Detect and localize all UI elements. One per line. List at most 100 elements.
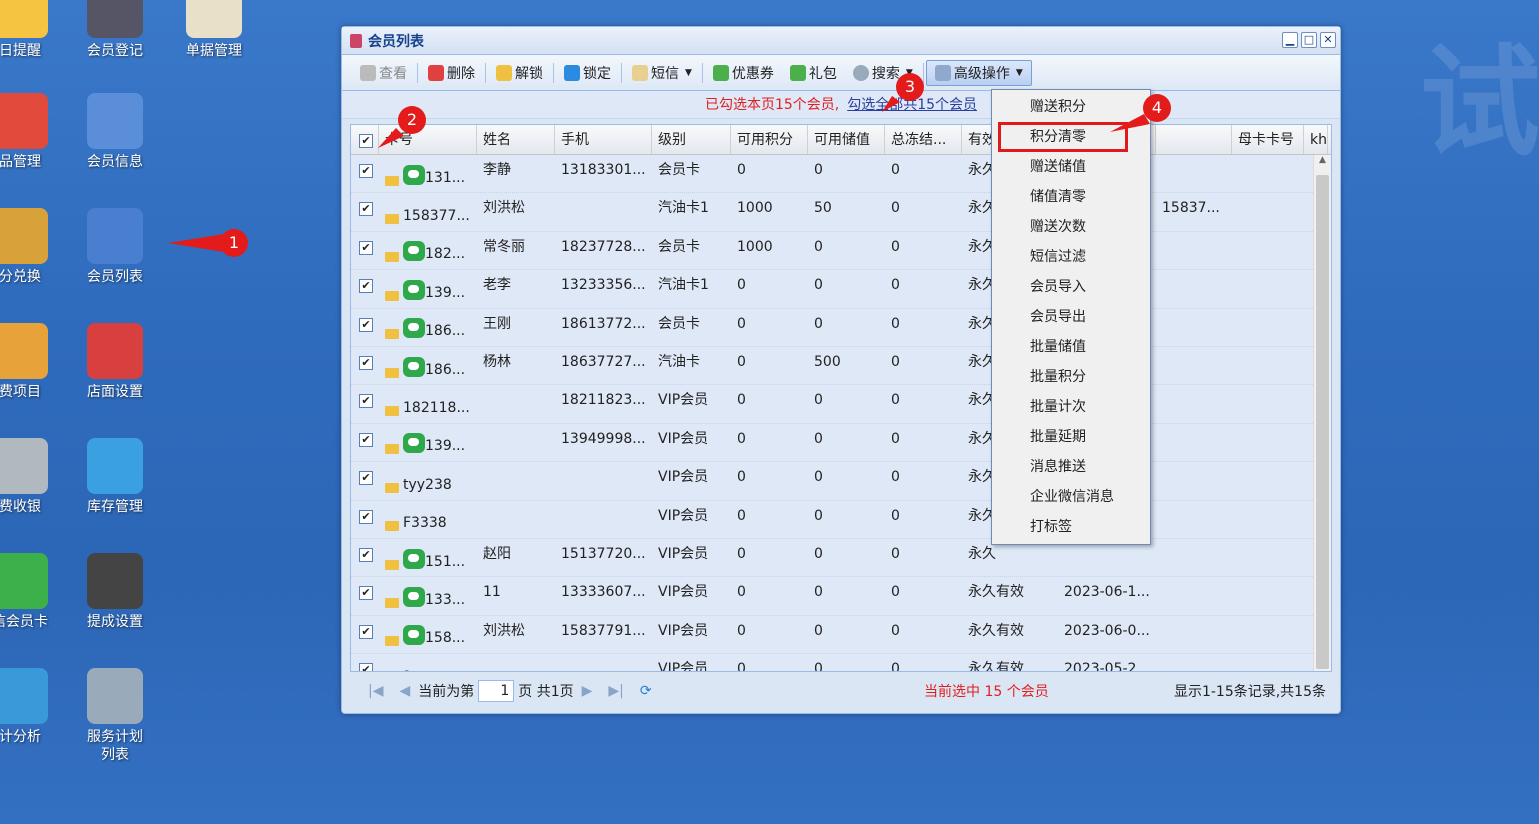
column-header[interactable]: 总冻结...	[885, 125, 962, 154]
menu-item[interactable]: 赠送储值	[992, 152, 1150, 182]
row-checkbox-cell[interactable]: ✔	[351, 155, 379, 192]
desktop-shortcut-right-3[interactable]: 店面设置	[65, 323, 165, 401]
row-checkbox-cell[interactable]: ✔	[351, 270, 379, 307]
row-checkbox[interactable]: ✔	[359, 164, 373, 178]
scrollbar-thumb[interactable]	[1316, 175, 1329, 669]
desktop-shortcut-left-4[interactable]: 费收银	[0, 438, 70, 516]
desktop-shortcut-left-3[interactable]: 费项目	[0, 323, 70, 401]
desktop-shortcut-right-2[interactable]: 会员列表	[65, 208, 165, 286]
column-header[interactable]: 级别	[652, 125, 731, 154]
table-row[interactable]: ✔ tyy238 VIP会员 0 0 0 永久	[351, 462, 1331, 501]
menu-item[interactable]: 批量延期	[992, 422, 1150, 452]
desktop-shortcut-docs[interactable]: 单据管理	[164, 0, 264, 60]
row-checkbox-cell[interactable]: ✔	[351, 347, 379, 384]
menu-item[interactable]: 批量储值	[992, 332, 1150, 362]
delete-button[interactable]: 删除	[420, 60, 483, 86]
menu-item[interactable]: 短信过滤	[992, 242, 1150, 272]
table-row[interactable]: ✔ 139... 13949998... VIP会员 0 0 0 永久	[351, 423, 1331, 463]
menu-item[interactable]: 打标签	[992, 512, 1150, 542]
row-checkbox-cell[interactable]: ✔	[351, 654, 379, 671]
desktop-shortcut-right-6[interactable]: 服务计划列表	[65, 668, 165, 764]
row-checkbox[interactable]: ✔	[359, 202, 373, 217]
row-checkbox[interactable]: ✔	[359, 355, 373, 370]
table-row[interactable]: ✔ 182118... 18211823... VIP会员 0 0 0 永久	[351, 385, 1331, 424]
row-checkbox-cell[interactable]: ✔	[351, 309, 379, 346]
desktop-shortcut-left-1[interactable]: 品管理	[0, 93, 70, 171]
row-checkbox[interactable]: ✔	[359, 663, 373, 671]
desktop-shortcut-right-5[interactable]: 提成设置	[65, 553, 165, 631]
desktop-shortcut-right-4[interactable]: 库存管理	[65, 438, 165, 516]
select-all-checkbox[interactable]: ✔	[359, 134, 373, 148]
refresh-icon[interactable]: ⟳	[640, 683, 652, 699]
table-row[interactable]: ✔ 2 VIP会员 0 0 0 永久有效 2023-05-2...	[351, 654, 1331, 671]
row-checkbox[interactable]: ✔	[359, 317, 373, 332]
table-row[interactable]: ✔ 158... 刘洪松 15837791... VIP会员 0 0 0 永久有效 2023-06…	[351, 615, 1331, 655]
table-row[interactable]: ✔ 151... 赵阳 15137720... VIP会员 0 0 0 永久	[351, 538, 1331, 578]
table-row[interactable]: ✔ 186... 杨林 18637727... 汽油卡 0 500 0 永久	[351, 346, 1331, 386]
window-titlebar[interactable]: 会员列表 ▁ □ ✕	[342, 27, 1340, 55]
prev-page-icon[interactable]: ◀	[399, 683, 410, 699]
menu-item[interactable]: 企业微信消息	[992, 482, 1150, 512]
desktop-shortcut-right-0[interactable]: 会员登记	[65, 0, 165, 60]
row-checkbox-cell[interactable]: ✔	[351, 193, 379, 230]
table-row[interactable]: ✔ 158377... 刘洪松 汽油卡1 1000 50 0 永久 15837...	[351, 193, 1331, 232]
select-all-checkbox-cell[interactable]: ✔	[351, 125, 379, 154]
desktop-shortcut-right-1[interactable]: 会员信息	[65, 93, 165, 171]
row-checkbox-cell[interactable]: ✔	[351, 501, 379, 538]
desktop-shortcut-left-0[interactable]: 日提醒	[0, 0, 70, 60]
row-checkbox-cell[interactable]: ✔	[351, 577, 379, 614]
menu-item[interactable]: 批量积分	[992, 362, 1150, 392]
row-checkbox[interactable]: ✔	[359, 509, 373, 524]
row-checkbox-cell[interactable]: ✔	[351, 232, 379, 269]
advanced-operations-button[interactable]: 高级操作 ▼	[925, 59, 1032, 86]
desktop-shortcut-left-6[interactable]: 计分析	[0, 668, 70, 746]
column-header[interactable]: kh	[1304, 125, 1328, 154]
table-row[interactable]: ✔ 139... 老李 13233356... 汽油卡1 0 0 0 永久	[351, 270, 1331, 309]
menu-item[interactable]: 会员导入	[992, 272, 1150, 302]
table-row[interactable]: ✔ 131... 李静 13183301... 会员卡 0 0 0 永久	[351, 155, 1331, 194]
coupon-button[interactable]: 优惠券	[705, 60, 782, 86]
page-number-input[interactable]: 1	[478, 680, 515, 702]
sms-button[interactable]: 短信 ▼	[624, 60, 700, 86]
unlock-button[interactable]: 解锁	[488, 60, 551, 86]
row-checkbox[interactable]: ✔	[359, 586, 373, 601]
gift-button[interactable]: 礼包	[782, 60, 845, 86]
minimize-button[interactable]: ▁	[1282, 32, 1298, 48]
next-page-icon[interactable]: ▶	[582, 683, 593, 699]
row-checkbox[interactable]: ✔	[359, 471, 373, 486]
table-row[interactable]: ✔ 186... 王刚 18613772... 会员卡 0 0 0 永久	[351, 308, 1331, 347]
lock-button[interactable]: 锁定	[556, 60, 619, 86]
maximize-button[interactable]: □	[1301, 32, 1317, 48]
row-checkbox-cell[interactable]: ✔	[351, 616, 379, 653]
menu-item[interactable]: 储值清零	[992, 182, 1150, 212]
menu-item[interactable]: 赠送次数	[992, 212, 1150, 242]
column-header[interactable]: 姓名	[477, 125, 555, 154]
vertical-scrollbar[interactable]: ▲	[1313, 155, 1331, 671]
desktop-shortcut-left-2[interactable]: 分兑换	[0, 208, 70, 286]
desktop-shortcut-left-5[interactable]: 信会员卡	[0, 553, 70, 631]
row-checkbox-cell[interactable]: ✔	[351, 424, 379, 461]
row-checkbox[interactable]: ✔	[359, 432, 373, 447]
column-header[interactable]	[1156, 125, 1232, 154]
row-checkbox[interactable]: ✔	[359, 624, 373, 639]
column-header[interactable]: 母卡卡号	[1232, 125, 1304, 154]
first-page-icon[interactable]: |◀	[368, 683, 383, 699]
table-row[interactable]: ✔ 182... 常冬丽 18237728... 会员卡 1000 0 0 永久	[351, 231, 1331, 271]
row-checkbox-cell[interactable]: ✔	[351, 462, 379, 499]
row-checkbox[interactable]: ✔	[359, 240, 373, 255]
column-header[interactable]: 可用积分	[731, 125, 808, 154]
table-row[interactable]: ✔ 133... 11 13333607... VIP会员 0 0 0 永久有效 2023-06-…	[351, 577, 1331, 616]
menu-item[interactable]: 批量计次	[992, 392, 1150, 422]
row-checkbox[interactable]: ✔	[359, 279, 373, 294]
view-button[interactable]: 查看	[352, 60, 415, 86]
scroll-up-arrow[interactable]: ▲	[1314, 155, 1331, 165]
column-header[interactable]: 手机	[555, 125, 652, 154]
row-checkbox-cell[interactable]: ✔	[351, 385, 379, 422]
menu-item[interactable]: 会员导出	[992, 302, 1150, 332]
close-button[interactable]: ✕	[1320, 32, 1336, 48]
row-checkbox-cell[interactable]: ✔	[351, 539, 379, 576]
column-header[interactable]: 可用储值	[808, 125, 885, 154]
row-checkbox[interactable]: ✔	[359, 547, 373, 562]
table-row[interactable]: ✔ F3338 VIP会员 0 0 0 永久	[351, 500, 1331, 539]
row-checkbox[interactable]: ✔	[359, 394, 373, 409]
